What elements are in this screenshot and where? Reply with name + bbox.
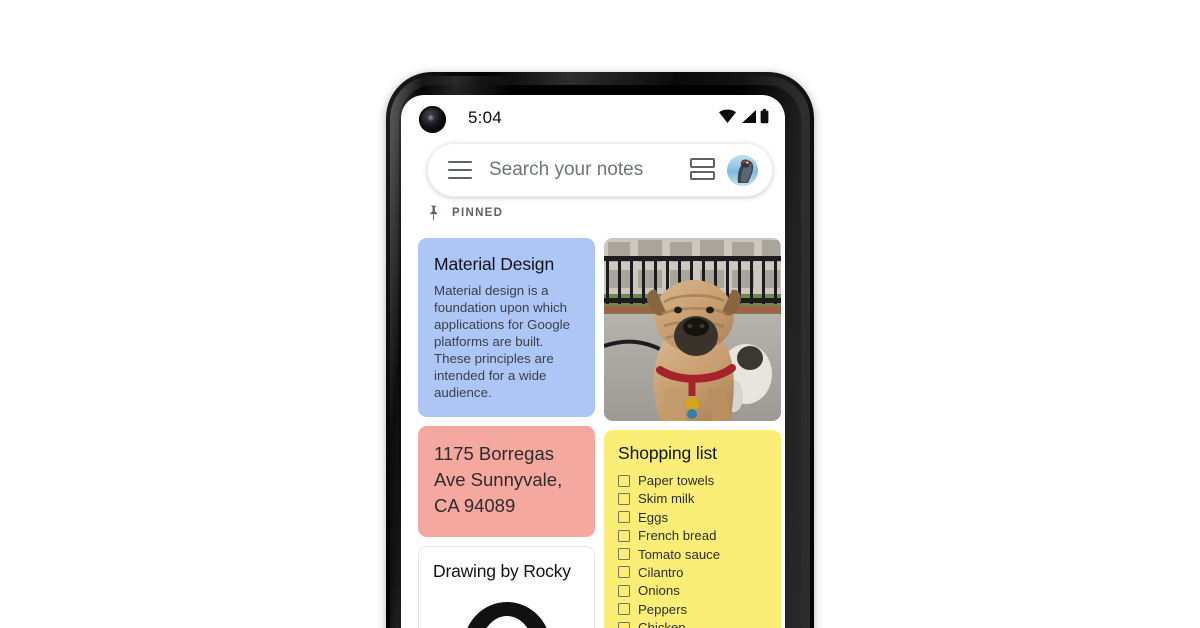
checkbox[interactable] — [618, 529, 630, 542]
list-item[interactable]: Tomato sauce — [618, 547, 768, 562]
checkbox[interactable] — [618, 603, 630, 616]
note-title: Shopping list — [618, 443, 717, 463]
front-camera-icon — [419, 106, 446, 133]
notes-column-right: Shopping list Paper towels Skim milk Egg… — [604, 238, 781, 628]
list-item[interactable]: French bread — [618, 528, 768, 543]
list-item[interactable]: Paper towels — [618, 473, 768, 488]
pinned-section-header: PINNED — [427, 205, 503, 221]
list-item[interactable]: Onions — [618, 583, 768, 598]
note-body: 1175 Borregas Ave Sunnyvale, CA 94089 — [434, 443, 563, 516]
list-item[interactable]: Cilantro — [618, 565, 768, 580]
status-bar: 5:04 — [401, 95, 785, 147]
notes-column-left: Material Design Material design is a fou… — [418, 238, 595, 628]
pin-icon — [430, 205, 438, 221]
list-item-label: Chicken — [638, 620, 686, 628]
penguin-icon — [466, 602, 547, 628]
note-body: Material design is a foundation upon whi… — [434, 283, 571, 400]
pinned-label: PINNED — [452, 207, 504, 219]
note-card-address[interactable]: 1175 Borregas Ave Sunnyvale, CA 94089 — [418, 426, 595, 537]
screenshot-canvas: 5:04 Search your notes PINNED Material D… — [0, 0, 1200, 628]
checkbox[interactable] — [618, 474, 630, 487]
status-icons — [718, 109, 769, 124]
list-item-label: Paper towels — [638, 473, 715, 488]
list-item-label: Peppers — [638, 601, 688, 617]
notes-grid: Material Design Material design is a fou… — [418, 238, 781, 628]
cellular-signal-icon — [742, 110, 756, 123]
list-item-label: Cilantro — [638, 564, 684, 580]
avatar-image — [727, 154, 758, 186]
note-card-shopping-list[interactable]: Shopping list Paper towels Skim milk Egg… — [604, 430, 781, 628]
note-card-dog-photo[interactable] — [604, 238, 781, 421]
hamburger-menu-icon[interactable] — [448, 161, 472, 179]
checkbox[interactable] — [618, 566, 630, 579]
checkbox[interactable] — [618, 621, 630, 628]
search-bar[interactable] — [427, 143, 773, 197]
note-title: Drawing by Rocky — [433, 561, 571, 581]
list-item[interactable]: Peppers — [618, 602, 768, 617]
list-item-label: Tomato sauce — [638, 546, 721, 562]
account-avatar[interactable] — [727, 154, 758, 186]
status-time: 5:04 — [468, 108, 502, 127]
checkbox[interactable] — [618, 511, 630, 524]
battery-icon — [760, 109, 769, 124]
penguin-drawing — [433, 588, 580, 628]
search-input[interactable] — [489, 159, 690, 181]
note-card-drawing[interactable]: Drawing by Rocky — [418, 546, 595, 628]
list-item[interactable]: Eggs — [618, 510, 768, 525]
wifi-icon — [719, 109, 736, 123]
phone-screen: 5:04 Search your notes PINNED Material D… — [401, 95, 785, 628]
note-title: Material Design — [434, 254, 555, 274]
list-view-toggle-icon[interactable] — [690, 158, 715, 182]
checkbox[interactable] — [618, 492, 630, 505]
list-item[interactable]: Skim milk — [618, 491, 768, 506]
checkbox[interactable] — [618, 584, 630, 597]
checkbox[interactable] — [618, 548, 630, 561]
note-card-material-design[interactable]: Material Design Material design is a fou… — [418, 238, 595, 417]
list-item-label: Skim milk — [638, 491, 695, 507]
list-item-label: Onions — [638, 583, 680, 599]
list-item-label: Eggs — [638, 509, 669, 525]
list-item-label: French bread — [638, 528, 717, 544]
dog-photo-image — [604, 238, 781, 421]
list-item[interactable]: Chicken — [618, 620, 768, 628]
